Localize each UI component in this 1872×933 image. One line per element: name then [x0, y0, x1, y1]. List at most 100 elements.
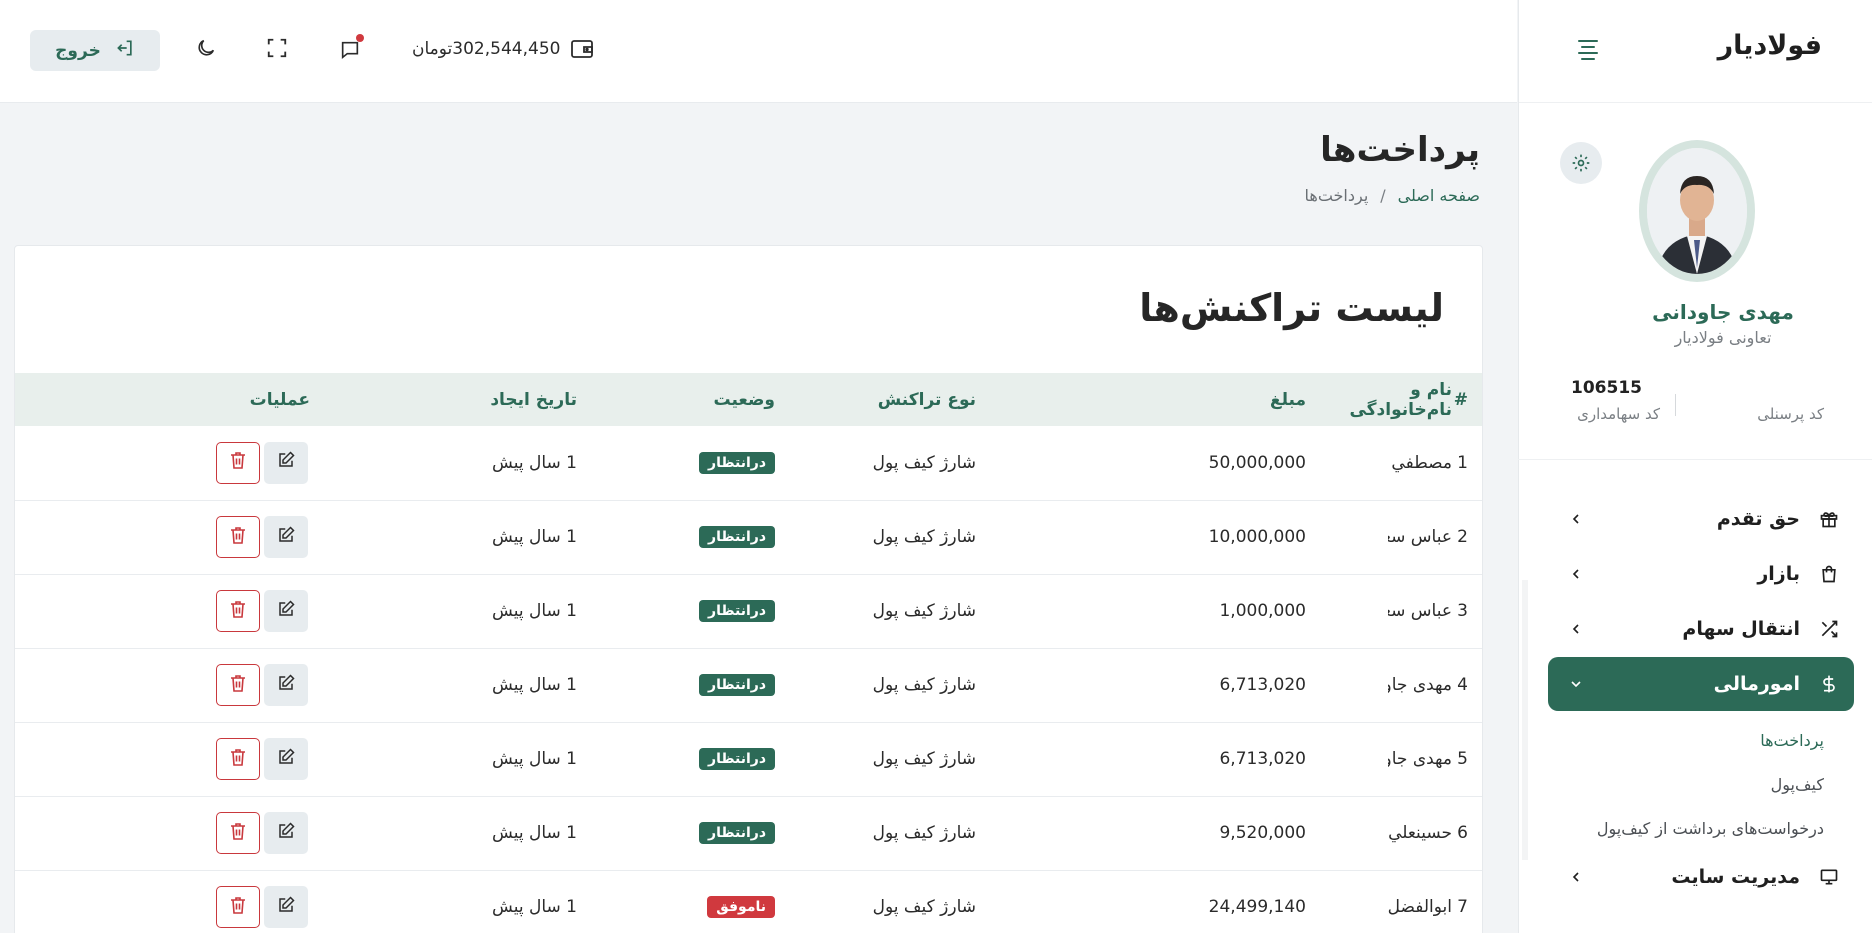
- status-badge: درانتظار: [699, 600, 775, 622]
- header-name: نام و نام‌خانوادگی: [1349, 379, 1452, 420]
- row-name-text: مصطفي ر: [1388, 452, 1452, 473]
- sidebar-item-share-transfer[interactable]: انتقال سهام: [1548, 602, 1854, 656]
- row-status: ناموفق: [577, 870, 775, 933]
- row-status: درانتظار: [577, 648, 775, 722]
- sidebar-item-site-management[interactable]: مدیریت سایت: [1548, 850, 1854, 904]
- sidebar-divider: [1518, 459, 1872, 460]
- table-row: 7 ابوالفضل 24,499,140 شارژ كيف پول ناموفق 1 س…: [15, 870, 1482, 933]
- row-amount: 6,713,020: [1219, 749, 1306, 769]
- header-actions: عملیات: [249, 389, 310, 410]
- delete-button[interactable]: [216, 886, 260, 928]
- row-amount: 6,713,020: [1219, 675, 1306, 695]
- row-created: 1 سال پیش: [492, 675, 577, 695]
- gift-icon: [1818, 508, 1840, 530]
- edit-button[interactable]: [264, 516, 308, 558]
- row-index: 1: [1457, 452, 1468, 473]
- edit-button[interactable]: [264, 812, 308, 854]
- edit-button[interactable]: [264, 441, 308, 484]
- dollar-icon: [1818, 673, 1840, 695]
- transactions-table: # نام و نام‌خانوادگی مبلغ نوع تراکنش وضع…: [15, 373, 1482, 933]
- delete-button[interactable]: [216, 738, 260, 780]
- row-created: 1 سال پیش: [492, 897, 577, 917]
- table-header-row: # نام و نام‌خانوادگی مبلغ نوع تراکنش وضع…: [15, 373, 1482, 426]
- settings-button[interactable]: [1560, 142, 1602, 184]
- submenu-item-payments[interactable]: پرداخت‌ها: [1548, 718, 1854, 762]
- fullscreen-button[interactable]: [263, 36, 291, 64]
- chevron-down-icon: [1570, 673, 1582, 695]
- sidebar-item-preemptive-right[interactable]: حق تقدم: [1548, 492, 1854, 546]
- row-name: مصطفي ر: [1306, 426, 1452, 500]
- row-status: درانتظار: [577, 426, 775, 500]
- row-type: شارژ كيف پول: [872, 452, 976, 473]
- delete-button[interactable]: [216, 664, 260, 706]
- status-badge: درانتظار: [699, 526, 775, 548]
- breadcrumb-separator: /: [1380, 186, 1386, 205]
- delete-button[interactable]: [216, 812, 260, 854]
- edit-icon: [277, 451, 295, 474]
- row-amount: 24,499,140: [1208, 897, 1306, 917]
- table-row: 2عباس سعـ 10,000,000 شارژ كيف پول درانتظار 1…: [15, 500, 1482, 574]
- bag-icon: [1818, 563, 1840, 585]
- stat-divider: [1675, 394, 1676, 416]
- row-type: شارژ كيف پول: [872, 527, 976, 547]
- logout-button[interactable]: خروج: [30, 30, 160, 71]
- sidebar-nav: حق تقدم بازار انتقال سهام امورمالی پرداخ…: [1548, 492, 1854, 905]
- status-badge: درانتظار: [699, 451, 775, 474]
- sidebar: فولادیار مهدی جاودانی تعاونی فولادیار کد…: [1518, 0, 1872, 933]
- status-badge: درانتظار: [699, 674, 775, 696]
- status-badge: درانتظار: [699, 748, 775, 770]
- personnel-code-label: کد پرسنلی: [1757, 405, 1824, 423]
- profile-card: مهدی جاودانی تعاونی فولادیار کد پرسنلی 1…: [1518, 140, 1872, 460]
- delete-button[interactable]: [216, 516, 260, 558]
- row-status: درانتظار: [577, 796, 775, 870]
- brand-logo[interactable]: فولادیار: [1718, 30, 1822, 61]
- page-title: پرداخت‌ها: [1320, 130, 1480, 170]
- submenu-item-withdraw-requests[interactable]: درخواست‌های برداشت از کیف‌پول: [1548, 806, 1854, 850]
- sidebar-item-finance[interactable]: امورمالی: [1548, 657, 1854, 711]
- row-actions: [127, 574, 310, 648]
- row-created: 1 سال پیش: [492, 452, 577, 473]
- row-created: 1 سال پیش: [492, 823, 577, 843]
- row-name-text: مهدی جاو: [1388, 675, 1452, 695]
- row-created: 1 سال پیش: [492, 749, 577, 769]
- notification-dot: [356, 34, 364, 42]
- header-amount: مبلغ: [1269, 389, 1306, 410]
- chevron-left-icon: [1570, 508, 1582, 530]
- logout-icon: [115, 38, 135, 63]
- row-actions: [127, 426, 310, 500]
- row-index: 3: [1457, 601, 1468, 621]
- edit-button[interactable]: [264, 590, 308, 632]
- sidebar-item-label: انتقال سهام: [1682, 618, 1800, 640]
- breadcrumb-home[interactable]: صفحه اصلی: [1398, 186, 1480, 205]
- edit-button[interactable]: [264, 664, 308, 706]
- status-badge: درانتظار: [699, 822, 775, 844]
- transactions-card: لیست تراکنش‌ها # نام و نام‌خانوادگی مبلغ…: [14, 245, 1483, 933]
- sidebar-item-market[interactable]: بازار: [1548, 547, 1854, 601]
- wallet-balance[interactable]: تومان 302,544,450: [412, 38, 594, 60]
- delete-button[interactable]: [216, 441, 260, 484]
- delete-button[interactable]: [216, 590, 260, 632]
- menu-toggle-button[interactable]: [1574, 36, 1602, 64]
- submenu-item-wallet[interactable]: کیف‌پول: [1548, 762, 1854, 806]
- profile-org: تعاونی فولادیار: [1674, 328, 1772, 347]
- sidebar-scrollbar[interactable]: [1522, 580, 1528, 860]
- messages-button[interactable]: [336, 34, 364, 64]
- table-row: 6 حسينعلي 9,520,000 شارژ كيف پول درانتظار 1 س…: [15, 796, 1482, 870]
- header-type: نوع تراکنش: [877, 389, 976, 410]
- row-name-text: حسينعلي: [1388, 823, 1452, 843]
- breadcrumb: صفحه اصلی / پرداخت‌ها: [1305, 186, 1481, 205]
- chevron-left-icon: [1570, 563, 1582, 585]
- table-row: 4 مهدی جاو 6,713,020 شارژ كيف پول درانتظار 1 …: [15, 648, 1482, 722]
- dark-mode-toggle[interactable]: [192, 36, 220, 64]
- row-type: شارژ كيف پول: [872, 675, 976, 695]
- avatar: [1647, 148, 1747, 274]
- edit-icon: [277, 673, 295, 697]
- breadcrumb-current: پرداخت‌ها: [1304, 186, 1369, 205]
- edit-button[interactable]: [264, 886, 308, 928]
- trash-icon: [230, 674, 246, 697]
- row-index: 7: [1457, 897, 1468, 917]
- edit-icon: [277, 895, 295, 919]
- row-index: 6: [1457, 823, 1468, 843]
- edit-icon: [277, 821, 295, 845]
- edit-button[interactable]: [264, 738, 308, 780]
